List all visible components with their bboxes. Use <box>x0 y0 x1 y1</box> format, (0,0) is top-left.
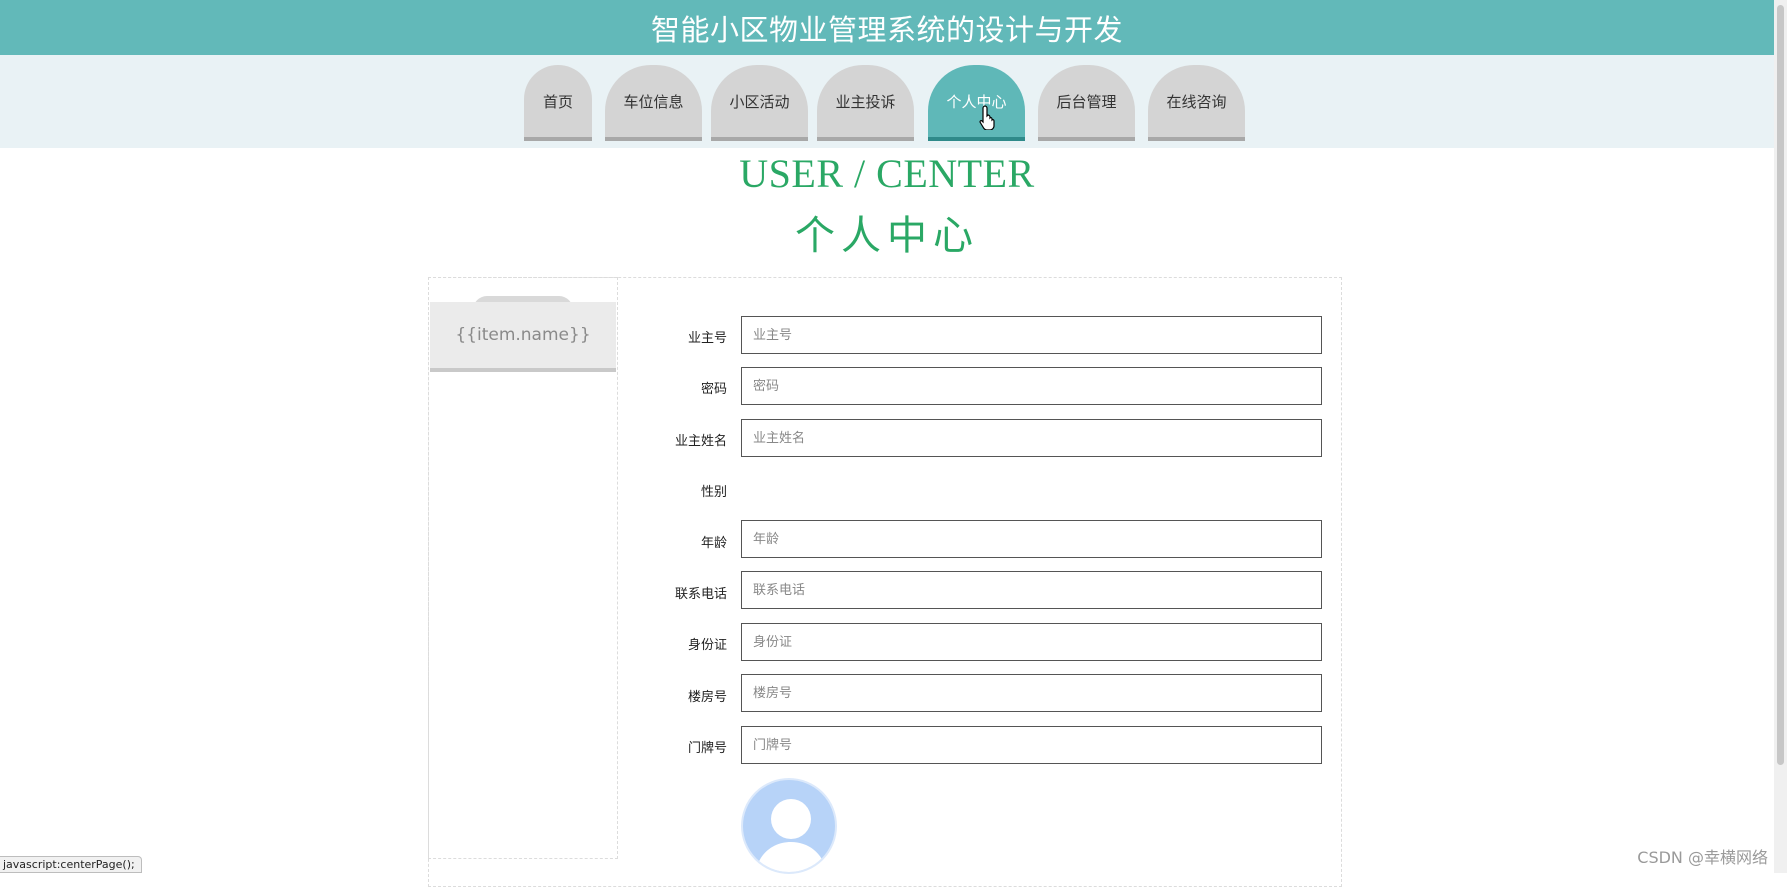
owner-name-input[interactable] <box>741 419 1322 457</box>
tab-admin[interactable]: 后台管理 <box>1038 65 1135 141</box>
scrollbar-thumb[interactable] <box>1777 5 1784 765</box>
age-label: 年龄 <box>700 536 727 551</box>
site-title: 智能小区物业管理系统的设计与开发 <box>650 12 1123 47</box>
phone-input[interactable] <box>741 571 1322 609</box>
page-title-en: USER / CENTER <box>739 151 1035 196</box>
tab-activities[interactable]: 小区活动 <box>711 65 808 141</box>
building-label: 楼房号 <box>687 690 727 705</box>
hand-cursor-icon <box>979 105 995 130</box>
status-bar: javascript:centerPage(); <box>0 856 142 873</box>
tab-home[interactable]: 首页 <box>524 65 592 141</box>
building-input[interactable] <box>741 674 1322 712</box>
tab-complaints[interactable]: 业主投诉 <box>817 65 914 141</box>
page-scrollbar[interactable] <box>1774 0 1787 873</box>
owner-id-label: 业主号 <box>687 331 727 346</box>
tab-parking[interactable]: 车位信息 <box>605 65 702 141</box>
user-avatar-icon[interactable] <box>741 778 837 874</box>
age-input[interactable] <box>741 520 1322 558</box>
tab-user-center[interactable]: 个人中心 <box>928 65 1025 141</box>
phone-label: 联系电话 <box>674 587 727 602</box>
owner-name-label: 业主姓名 <box>674 434 727 449</box>
owner-id-input[interactable] <box>741 316 1322 354</box>
main-nav: 首页 车位信息 小区活动 业主投诉 个人中心 后台管理 在线咨询 <box>0 55 1774 148</box>
page-title-cn: 个人中心 <box>795 213 979 259</box>
gender-label: 性别 <box>700 485 727 500</box>
password-label: 密码 <box>700 382 727 397</box>
app-header: 智能小区物业管理系统的设计与开发 <box>0 0 1774 55</box>
tab-consult[interactable]: 在线咨询 <box>1148 65 1245 141</box>
password-input[interactable] <box>741 367 1322 405</box>
watermark: CSDN @幸横网络 <box>1637 848 1768 867</box>
door-number-label: 门牌号 <box>687 741 727 756</box>
door-number-input[interactable] <box>741 726 1322 764</box>
id-card-input[interactable] <box>741 623 1322 661</box>
id-card-label: 身份证 <box>687 638 727 653</box>
sidebar-item[interactable]: {{item.name}} <box>430 302 616 372</box>
